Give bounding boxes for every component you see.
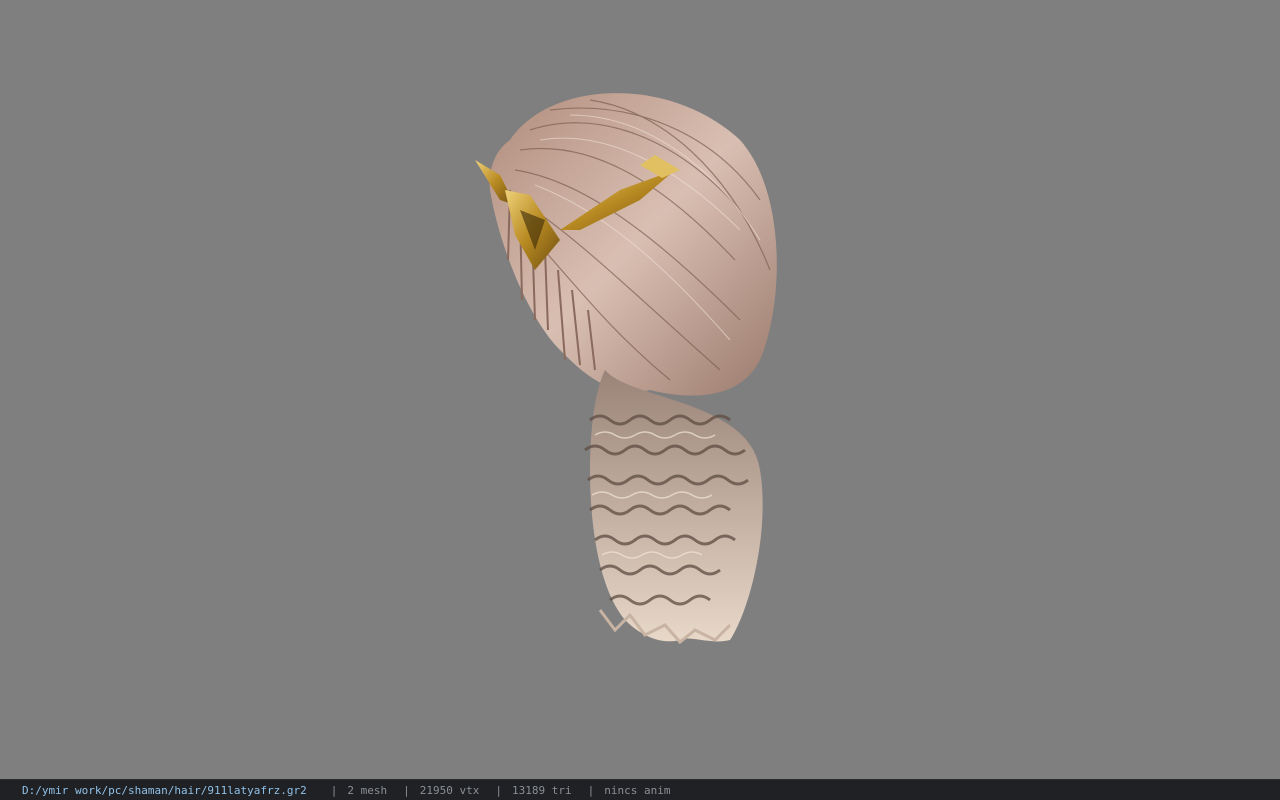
mesh-count: 2 mesh — [347, 783, 388, 797]
triangle-count: 13189 tri — [512, 783, 572, 797]
hair-model-render — [475, 93, 777, 645]
hair-curls — [584, 370, 763, 645]
animation-status: nincs anim — [604, 783, 671, 797]
file-path: D:/ymir work/pc/shaman/hair/911latyafrz.… — [22, 783, 307, 797]
separator: | — [495, 783, 503, 797]
separator: | — [330, 783, 338, 797]
separator: | — [587, 783, 595, 797]
vertex-count: 21950 vtx — [419, 783, 480, 797]
3d-viewport[interactable] — [0, 0, 1280, 779]
separator: | — [403, 783, 410, 797]
status-bar: D:/ymir work/pc/shaman/hair/911latyafrz.… — [0, 779, 1280, 800]
